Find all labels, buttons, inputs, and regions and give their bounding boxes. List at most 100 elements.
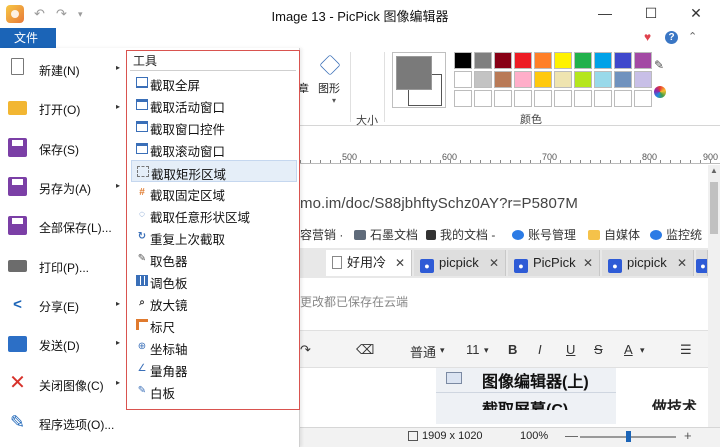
help-icon[interactable]: ? — [665, 31, 678, 44]
tab-file[interactable]: 文件 — [0, 28, 56, 48]
tools-item-repeat-capture[interactable]: ↻ 重复上次截取 — [131, 226, 297, 248]
tools-item-window-control[interactable]: 截取窗口控件 — [131, 116, 297, 138]
rect-region-icon — [137, 166, 149, 177]
color-swatch[interactable] — [494, 90, 512, 107]
file-menu-item-label: 关闭图像(C) — [39, 379, 104, 393]
foreground-color-swatch[interactable] — [396, 56, 432, 90]
close-window-button[interactable]: ✕ — [685, 3, 707, 23]
tools-item-fixed-region[interactable]: # 截取固定区域 — [131, 182, 297, 204]
color-swatch[interactable] — [514, 71, 532, 88]
color-swatch[interactable] — [634, 71, 652, 88]
color-swatch[interactable] — [494, 52, 512, 69]
heart-icon[interactable]: ♥ — [644, 30, 651, 44]
color-swatch[interactable] — [614, 52, 632, 69]
color-swatch[interactable] — [614, 71, 632, 88]
color-swatch[interactable] — [474, 71, 492, 88]
fixed-region-icon: # — [139, 187, 145, 198]
bookmark-logo-icon — [426, 230, 436, 240]
color-wheel-icon[interactable] — [654, 86, 666, 98]
color-swatch[interactable] — [574, 90, 592, 107]
tools-submenu-divider — [130, 70, 296, 71]
color-swatch[interactable] — [554, 90, 572, 107]
color-swatch[interactable] — [514, 90, 532, 107]
ribbon-divider — [350, 52, 351, 122]
shape-tool-label[interactable]: 图形 — [318, 80, 340, 96]
ribbon-collapse-icon[interactable]: ⌃ — [688, 30, 697, 43]
shape-dropdown-icon[interactable]: ▾ — [332, 96, 336, 105]
print-icon — [8, 260, 27, 272]
file-menu-item-close-image[interactable]: ✕ 关闭图像(C) ▸ — [0, 365, 126, 403]
protractor-icon: ∠ — [137, 363, 147, 374]
tools-item-label: 放大镜 — [150, 299, 188, 313]
zoom-level[interactable]: 100% — [520, 430, 548, 442]
underline-icon: U — [566, 342, 576, 357]
tools-item-label: 截取活动窗口 — [150, 101, 226, 115]
tools-item-freehand-region[interactable]: ◌ 截取任意形状区域 — [131, 204, 297, 226]
scroll-up-icon[interactable]: ▲ — [710, 166, 718, 175]
color-picker-icon: ✎ — [137, 253, 147, 264]
italic-icon: I — [538, 342, 542, 357]
color-swatch[interactable] — [614, 90, 632, 107]
file-menu-item-options[interactable]: ✎ 程序选项(O)... — [0, 404, 126, 442]
color-swatch[interactable] — [574, 71, 592, 88]
color-swatch[interactable] — [634, 52, 652, 69]
paragraph-style: 普通 — [410, 345, 437, 360]
zoom-in-button[interactable]: + — [684, 428, 692, 443]
color-swatch[interactable] — [454, 52, 472, 69]
color-swatch[interactable] — [514, 52, 532, 69]
tools-item-color-picker[interactable]: ✎ 取色器 — [131, 248, 297, 270]
file-menu-item-label: 打开(O) — [39, 103, 81, 117]
image-size-readout: 1909 x 1020 — [422, 430, 483, 442]
color-swatch[interactable] — [454, 71, 472, 88]
file-menu-item-save[interactable]: 保存(S) — [0, 129, 126, 167]
file-menu-item-new[interactable]: 新建(N) ▸ — [0, 50, 126, 88]
tools-item-fullscreen[interactable]: 截取全屏 — [131, 72, 297, 94]
color-swatch[interactable] — [594, 90, 612, 107]
chevron-right-icon: ▸ — [116, 299, 121, 308]
file-menu-item-save-all[interactable]: 全部保存(L)... — [0, 207, 126, 245]
file-menu-item-print[interactable]: 打印(P)... — [0, 247, 126, 285]
tools-item-label: 截取滚动窗口 — [150, 145, 226, 159]
window-control-icon — [136, 121, 148, 132]
zoom-out-button[interactable]: — — [565, 428, 578, 443]
color-swatch[interactable] — [534, 71, 552, 88]
color-swatch[interactable] — [474, 52, 492, 69]
tools-item-protractor[interactable]: ∠ 量角器 — [131, 358, 297, 380]
minimize-button[interactable]: — — [594, 3, 616, 23]
ruler-tick: 600 — [442, 152, 458, 162]
color-swatch[interactable] — [474, 90, 492, 107]
tools-item-crosshair[interactable]: ⊕ 坐标轴 — [131, 336, 297, 358]
tools-item-ruler[interactable]: 标尺 — [131, 314, 297, 336]
color-swatch[interactable] — [534, 90, 552, 107]
zoom-slider-thumb[interactable] — [626, 431, 631, 442]
file-menu-item-send[interactable]: 发送(D) ▸ — [0, 325, 126, 363]
palette-icon — [136, 275, 148, 286]
tools-item-label: 量角器 — [150, 365, 188, 379]
tools-item-whiteboard[interactable]: ✎ 白板 — [131, 380, 297, 402]
color-swatch[interactable] — [454, 90, 472, 107]
open-folder-icon — [8, 101, 27, 115]
tools-item-palette[interactable]: 调色板 — [131, 270, 297, 292]
color-swatch[interactable] — [554, 52, 572, 69]
scrollbar-thumb[interactable] — [710, 182, 718, 234]
color-swatch[interactable] — [574, 52, 592, 69]
color-swatch[interactable] — [494, 71, 512, 88]
freehand-region-icon: ◌ — [139, 209, 145, 220]
save-icon — [8, 138, 27, 157]
file-menu-item-open[interactable]: 打开(O) ▸ — [0, 89, 126, 127]
file-menu-item-label: 保存(S) — [39, 143, 79, 157]
tools-item-rect-region[interactable]: 截取矩形区域 — [131, 160, 297, 182]
eyedropper-icon[interactable]: ✎ — [654, 58, 664, 72]
tools-item-magnifier[interactable]: ⌕ 放大镜 — [131, 292, 297, 314]
ribbon-tab-bar — [0, 28, 720, 48]
tools-item-active-window[interactable]: 截取活动窗口 — [131, 94, 297, 116]
file-menu-item-save-as[interactable]: 另存为(A) ▸ — [0, 168, 126, 206]
color-swatch[interactable] — [534, 52, 552, 69]
file-menu-item-share[interactable]: < 分享(E) ▸ — [0, 286, 126, 324]
maximize-button[interactable]: ☐ — [640, 3, 662, 23]
color-swatch[interactable] — [554, 71, 572, 88]
color-swatch[interactable] — [634, 90, 652, 107]
tools-item-scroll-window[interactable]: 截取滚动窗口 — [131, 138, 297, 160]
color-swatch[interactable] — [594, 71, 612, 88]
color-swatch[interactable] — [594, 52, 612, 69]
